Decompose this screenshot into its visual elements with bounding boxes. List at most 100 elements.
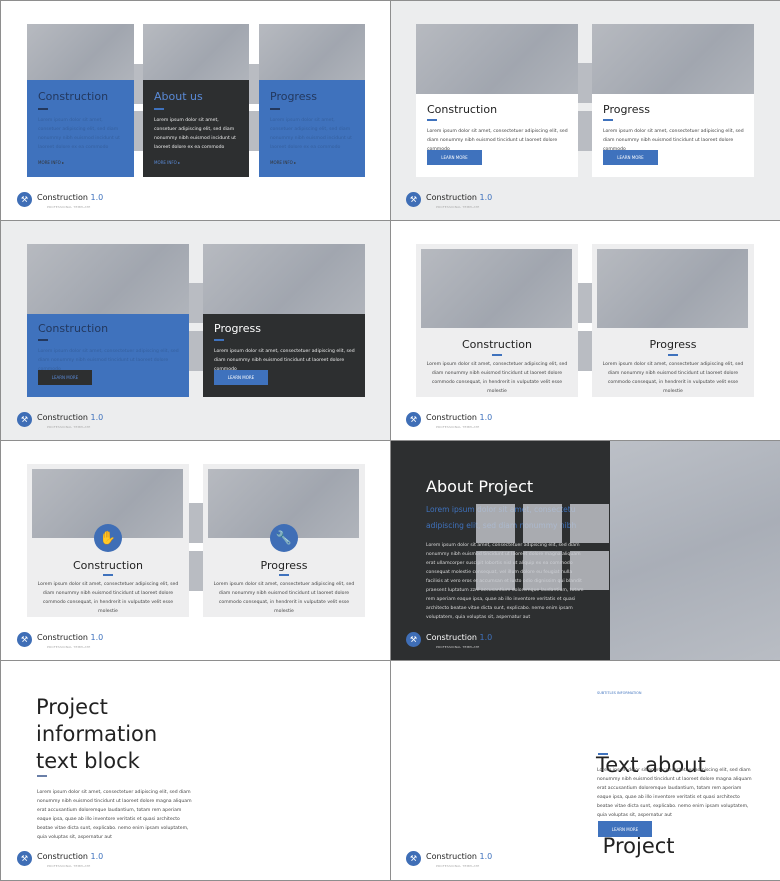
card-text: Lorem ipsum dolor sit amet, consectetuer… [37,582,179,614]
footer-brand: Construction 1.0 [37,852,103,861]
brand-version: 1.0 [90,852,104,861]
connector [249,64,259,104]
footer-subtitle: PROFESSIONAL TEMPLATE [436,205,480,209]
brand-name: Construction [37,633,88,642]
card-about-us: About us Lorem ipsum dolor sit amet, con… [143,80,249,177]
connector [577,283,593,323]
card-progress: 🔧 Progress Lorem ipsum dolor sit amet, c… [203,464,365,617]
footer-brand: Construction 1.0 [426,633,492,642]
slide-4-thumbnail[interactable]: Construction Lorem ipsum dolor sit amet,… [391,221,780,440]
card-construction: Construction Lorem ipsum dolor sit amet,… [27,80,134,177]
title-underline [668,354,678,356]
connector [249,111,259,151]
learn-more-button[interactable]: LEARN MORE [427,150,482,165]
slide-8-thumbnail[interactable]: SUBTITLES INFORMATION Text about Project… [391,661,780,880]
connector [577,63,593,103]
eyebrow-text: SUBTITLES INFORMATION [597,691,642,695]
card-title: About us [154,90,203,103]
title-underline [603,119,613,121]
card-text: Lorem ipsum dolor sit amet, consectetuer… [426,362,568,394]
title-line: Project [36,695,108,719]
card-progress: Progress Lorem ipsum dolor sit amet, con… [203,314,365,397]
title-underline [492,354,502,356]
learn-more-button[interactable]: LEARN MORE [603,150,658,165]
title-underline [427,119,437,121]
card-image [27,244,189,314]
photo-panel [610,441,780,660]
footer-brand: Construction 1.0 [426,852,492,861]
card-title: Construction [72,559,144,572]
footer-subtitle: PROFESSIONAL TEMPLATE [47,205,91,209]
title-underline [38,108,48,110]
card-title: Construction [461,338,533,351]
grid-tile [476,504,515,543]
more-info-link[interactable]: MORE INFO ▸ [38,160,64,165]
slide-title: About Project [426,477,534,496]
hammer-icon: ⚒ [406,192,421,207]
slide-1-thumbnail[interactable]: Construction Lorem ipsum dolor sit amet,… [1,1,390,220]
footer-brand: Construction 1.0 [37,193,103,202]
learn-more-button[interactable]: LEARN MORE [598,821,652,837]
slide-5-thumbnail[interactable]: ✋ Construction Lorem ipsum dolor sit ame… [1,441,390,660]
brand-name: Construction [37,413,88,422]
learn-more-button[interactable]: LEARN MORE [214,370,268,385]
brand-version: 1.0 [479,633,493,642]
footer-brand: Construction 1.0 [426,193,492,202]
footer-subtitle: PROFESSIONAL TEMPLATE [47,864,91,868]
card-title: Construction [38,322,109,335]
card-image [416,24,578,94]
connector [188,551,204,591]
footer-subtitle: PROFESSIONAL TEMPLATE [436,425,480,429]
footer-brand: Construction 1.0 [426,413,492,422]
handshake-icon: ✋ [94,524,122,552]
slide-7-thumbnail[interactable]: Project information text block Lorem ips… [1,661,390,880]
card-image [259,24,365,80]
card-progress: Progress Lorem ipsum dolor sit amet, con… [592,94,754,177]
card-construction: Construction Lorem ipsum dolor sit amet,… [416,94,578,177]
body-text: Lorem ipsum dolor sit amet, consectetuer… [37,790,192,840]
footer-subtitle: PROFESSIONAL TEMPLATE [436,645,480,649]
footer-subtitle: PROFESSIONAL TEMPLATE [47,425,91,429]
card-progress: Progress Lorem ipsum dolor sit amet, con… [592,244,754,397]
brand-name: Construction [37,193,88,202]
grid-tile [570,504,609,543]
title-underline [103,574,113,576]
hammer-icon: ⚒ [406,412,421,427]
slide-6-thumbnail[interactable]: About Project Lorem ipsum dolor sit amet… [391,441,780,660]
brand-name: Construction [426,852,477,861]
footer-subtitle: PROFESSIONAL TEMPLATE [47,645,91,649]
brand-name: Construction [426,633,477,642]
card-title: Construction [38,90,109,103]
connector [133,111,143,151]
card-image [421,249,572,328]
brand-version: 1.0 [479,193,493,202]
card-image [597,249,748,328]
title-underline [279,574,289,576]
slide-3-thumbnail[interactable]: Construction Lorem ipsum dolor sit amet,… [1,221,390,440]
card-image [592,24,754,94]
title-line: Project [596,834,675,858]
footer-subtitle: PROFESSIONAL TEMPLATE [436,864,480,868]
grid-tile [523,504,562,543]
hammer-icon: ⚒ [406,851,421,866]
card-text: Lorem ipsum dolor sit amet, consetuer ad… [154,118,236,150]
card-text: Lorem ipsum dolor sit amet, consetuer ad… [270,118,352,150]
title-line: information [36,722,158,746]
card-title: Construction [427,103,498,116]
card-text: Lorem ipsum dolor sit amet, consetuer ad… [38,118,120,150]
card-image [203,244,365,314]
more-info-link[interactable]: MORE INFO ▸ [154,160,180,165]
more-info-link[interactable]: MORE INFO ▸ [270,160,296,165]
card-construction: Construction Lorem ipsum dolor sit amet,… [27,314,189,397]
learn-more-button[interactable]: LEARN MORE [38,370,92,385]
brand-version: 1.0 [90,193,104,202]
title-underline [598,753,608,755]
slide-2-thumbnail[interactable]: Construction Lorem ipsum dolor sit amet,… [391,1,780,220]
card-image [143,24,249,80]
hammer-icon: ⚒ [17,192,32,207]
card-title: Progress [603,103,650,116]
hammer-icon: ⚒ [17,412,32,427]
card-title: Progress [649,338,697,351]
connector [577,331,593,371]
card-image [27,24,134,80]
